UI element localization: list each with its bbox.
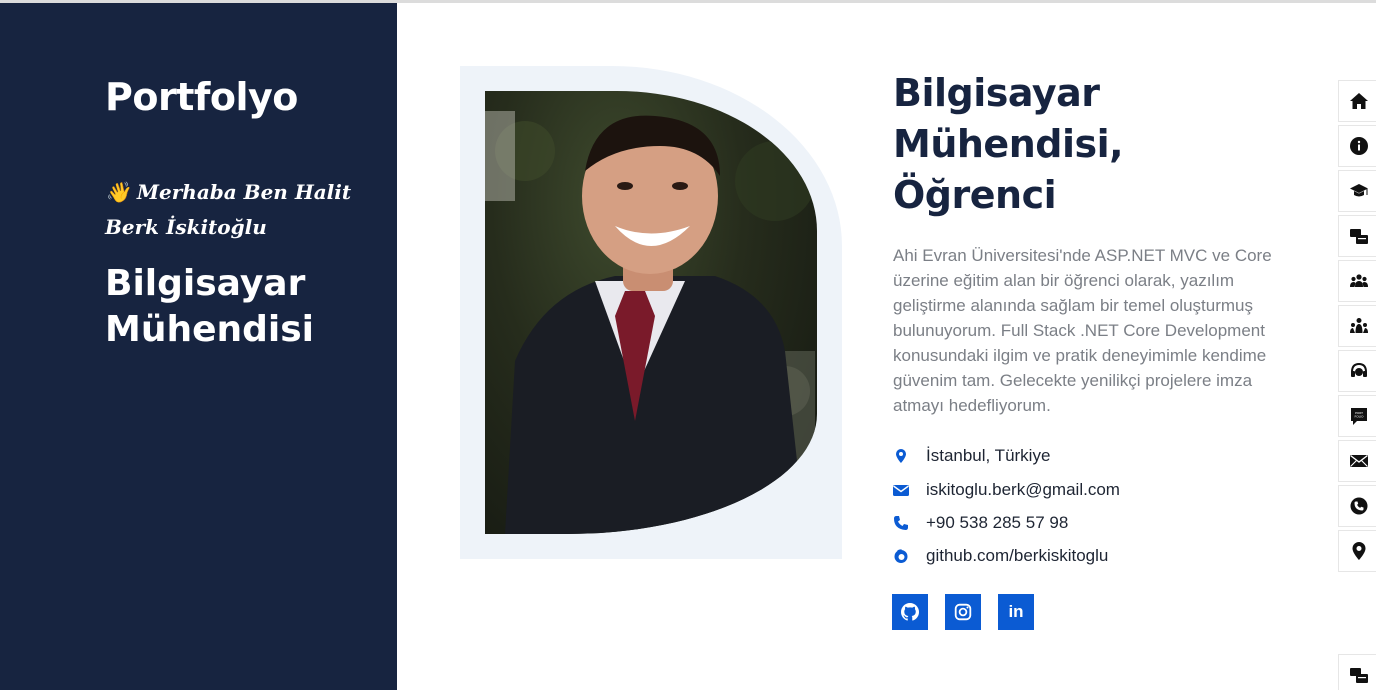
nav-about[interactable] xyxy=(1338,125,1376,167)
nav-location[interactable] xyxy=(1338,530,1376,572)
contact-phone: +90 538 285 57 98 xyxy=(893,510,1068,536)
phone-icon xyxy=(1350,497,1367,515)
contact-email: iskitoglu.berk@gmail.com xyxy=(893,477,1120,503)
social-links: in xyxy=(892,594,1034,630)
nav-home[interactable] xyxy=(1338,80,1376,122)
github-icon xyxy=(901,603,919,621)
users-icon xyxy=(1349,274,1368,287)
profile-photo-illustration xyxy=(485,111,815,534)
contact-phone-text: +90 538 285 57 98 xyxy=(926,513,1069,532)
portfolio-icon: PORTFOLIO xyxy=(1350,408,1367,425)
contact-website: github.com/berkiskitoglu xyxy=(893,543,1108,569)
linkedin-button[interactable]: in xyxy=(998,594,1034,630)
contact-location-text: İstanbul, Türkiye xyxy=(926,446,1051,465)
team-icon xyxy=(1349,318,1368,333)
briefcase-icon xyxy=(1349,229,1368,244)
brand-title: Portfolyo xyxy=(105,75,298,119)
home-icon xyxy=(1349,93,1368,109)
firefox-icon xyxy=(893,548,909,564)
waving-hand-icon: 👋 xyxy=(105,180,130,204)
nav-team[interactable] xyxy=(1338,305,1376,347)
nav-contact[interactable] xyxy=(1338,440,1376,482)
map-pin-icon xyxy=(893,448,909,464)
location-icon xyxy=(1352,542,1365,560)
page-title: Bilgisayar Mühendisi, Öğrenci xyxy=(893,71,1124,217)
briefcase-icon xyxy=(1349,668,1368,683)
graduation-cap-icon xyxy=(1349,184,1368,197)
contact-website-text: github.com/berkiskitoglu xyxy=(926,546,1109,565)
contact-email-text: iskitoglu.berk@gmail.com xyxy=(926,480,1120,499)
bio-text: Ahi Evran Üniversitesi'nde ASP.NET MVC v… xyxy=(893,246,1272,415)
envelope-icon xyxy=(893,482,909,498)
phone-icon xyxy=(893,515,909,531)
greeting-label: Merhaba Ben Halit Berk İskitoğlu xyxy=(105,180,352,239)
nav-portfolio[interactable]: PORT FOLIO xyxy=(1338,395,1376,437)
svg-text:FOLIO: FOLIO xyxy=(1354,415,1364,419)
nav-experience[interactable] xyxy=(1338,215,1376,257)
nav-education[interactable] xyxy=(1338,170,1376,212)
github-button[interactable] xyxy=(892,594,928,630)
instagram-icon xyxy=(954,603,972,621)
linkedin-icon: in xyxy=(1008,602,1024,621)
sidebar-role: Bilgisayar Mühendisi xyxy=(105,263,315,350)
contact-location: İstanbul, Türkiye xyxy=(893,443,1050,469)
envelope-icon xyxy=(1349,454,1368,467)
nav-references[interactable] xyxy=(1338,260,1376,302)
nav-support[interactable] xyxy=(1338,350,1376,392)
sidebar: Portfolyo 👋 Merhaba Ben Halit Berk İskit… xyxy=(0,3,397,690)
info-icon xyxy=(1349,137,1368,155)
nav-experience-secondary[interactable] xyxy=(1338,654,1376,690)
greeting-text: 👋 Merhaba Ben Halit Berk İskitoğlu xyxy=(105,175,355,245)
profile-photo xyxy=(485,91,817,534)
instagram-button[interactable] xyxy=(945,594,981,630)
headset-icon xyxy=(1350,362,1367,377)
nav-phone[interactable] xyxy=(1338,485,1376,527)
